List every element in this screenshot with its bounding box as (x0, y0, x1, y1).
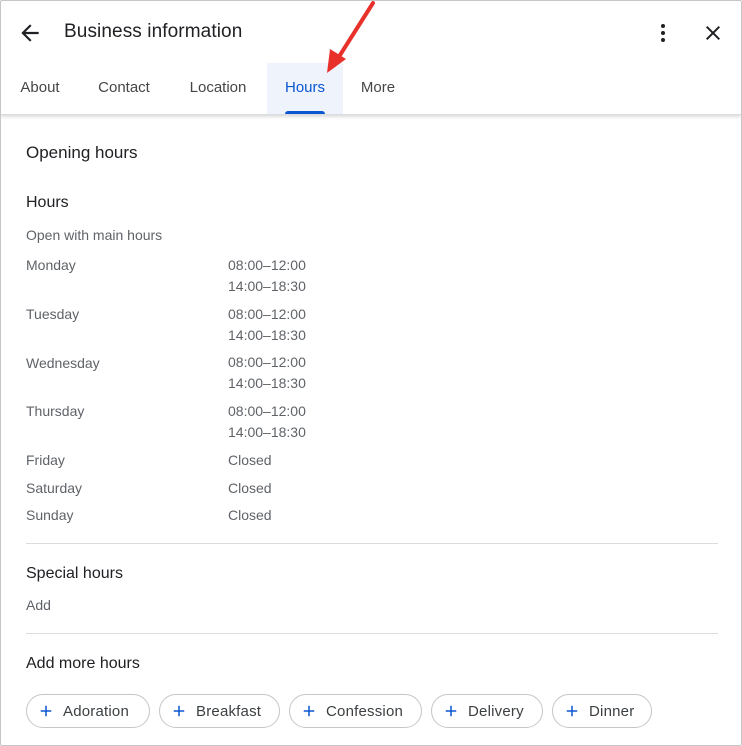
chip-dinner[interactable]: Dinner (552, 694, 652, 728)
day-times: Closed (228, 478, 272, 499)
time-range: Closed (228, 507, 272, 523)
plus-icon (445, 705, 457, 717)
plus-icon (40, 705, 52, 717)
tab-hours[interactable]: Hours (267, 63, 343, 114)
section-divider (26, 543, 718, 544)
special-hours-title: Special hours (26, 565, 123, 582)
day-label: Wednesday (26, 355, 100, 371)
chip-adoration[interactable]: Adoration (26, 694, 150, 728)
tab-location[interactable]: Location (173, 63, 263, 114)
panel-header: Business information (1, 1, 741, 63)
chip-label: Confession (326, 702, 404, 720)
tab-more[interactable]: More (349, 63, 407, 114)
day-times: Closed (228, 450, 272, 471)
business-info-panel: Business information About Contact Locat… (0, 0, 742, 746)
active-tab-indicator (285, 111, 325, 114)
time-range: 14:00–18:30 (228, 424, 306, 440)
chip-label: Delivery (468, 702, 524, 720)
time-range: 08:00–12:00 (228, 403, 306, 419)
time-range: Closed (228, 480, 272, 496)
tab-label: More (360, 79, 396, 96)
tab-label: Hours (284, 79, 325, 96)
day-label: Monday (26, 257, 76, 273)
time-range: 08:00–12:00 (228, 257, 306, 273)
chip-label: Adoration (63, 702, 130, 720)
day-times: 08:00–12:00 14:00–18:30 (228, 255, 306, 297)
tab-about[interactable]: About (1, 63, 79, 114)
chip-delivery[interactable]: Delivery (431, 694, 543, 728)
tab-contact[interactable]: Contact (81, 63, 167, 114)
day-times: 08:00–12:00 14:00–18:30 (228, 352, 306, 394)
more-vert-icon[interactable] (651, 20, 675, 46)
add-more-hours-title: Add more hours (26, 655, 140, 672)
tab-label: About (20, 79, 60, 96)
panel-title: Business information (64, 21, 243, 42)
day-label: Friday (26, 452, 65, 468)
hours-title: Hours (26, 194, 69, 211)
opening-hours-title: Opening hours (26, 143, 138, 162)
chip-breakfast[interactable]: Breakfast (159, 694, 280, 728)
day-label: Sunday (26, 507, 74, 523)
chip-label: Dinner (589, 702, 635, 720)
time-range: 14:00–18:30 (228, 375, 306, 391)
time-range: 14:00–18:30 (228, 278, 306, 294)
back-arrow-icon[interactable] (17, 20, 43, 46)
chip-label: Breakfast (196, 702, 262, 720)
time-range: 14:00–18:30 (228, 327, 306, 343)
day-label: Thursday (26, 403, 85, 419)
plus-icon (173, 705, 185, 717)
plus-icon (566, 705, 578, 717)
plus-icon (303, 705, 315, 717)
tab-label: Location (189, 79, 247, 96)
day-label: Tuesday (26, 306, 80, 322)
time-range: Closed (228, 452, 272, 468)
tab-label: Contact (98, 79, 150, 96)
close-icon[interactable] (701, 21, 725, 45)
day-times: 08:00–12:00 14:00–18:30 (228, 401, 306, 443)
hours-status: Open with main hours (26, 227, 163, 243)
chip-confession[interactable]: Confession (289, 694, 422, 728)
tab-bar: About Contact Location Hours More (1, 63, 741, 115)
section-divider (26, 633, 718, 634)
day-times: 08:00–12:00 14:00–18:30 (228, 304, 306, 346)
day-label: Saturday (26, 480, 83, 496)
add-special-hours-link[interactable]: Add (26, 597, 51, 613)
time-range: 08:00–12:00 (228, 354, 306, 370)
time-range: 08:00–12:00 (228, 306, 306, 322)
day-times: Closed (228, 505, 272, 526)
